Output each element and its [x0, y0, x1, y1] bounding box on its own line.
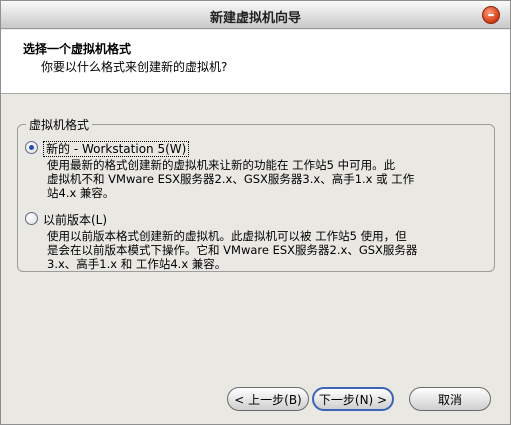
radio-legacy-version[interactable]	[25, 212, 38, 225]
new-vm-wizard-window: 新建虚拟机向导 选择一个虚拟机格式 你要以什么格式来创建新的虚拟机? 虚拟机格式…	[0, 0, 511, 425]
desc-line: 3.x、高手1.x 和 工作站4.x 兼容。	[47, 257, 227, 271]
desc-line: 站4.x 兼容。	[47, 186, 115, 200]
option-legacy-label[interactable]: 以前版本(L)	[43, 211, 107, 228]
cancel-button[interactable]: 取消	[409, 387, 491, 411]
option-new-description: 使用最新的格式创建新的虚拟机来让新的功能在 工作站5 中可用。此 虚拟机不和 V…	[47, 158, 487, 200]
page-title: 选择一个虚拟机格式	[23, 42, 132, 56]
option-new-label-text: 新的 - Workstation 5(W)	[43, 141, 190, 157]
window-title: 新建虚拟机向导	[209, 11, 301, 26]
page-subtitle: 你要以什么格式来创建新的虚拟机?	[41, 60, 228, 74]
radio-new-workstation5[interactable]	[25, 141, 38, 154]
option-new-label[interactable]: 新的 - Workstation 5(W)	[43, 140, 190, 157]
title-bar[interactable]: 新建虚拟机向导	[1, 1, 510, 29]
desc-line: 虚拟机不和 VMware ESX服务器2.x、GSX服务器3.x、高手1.x 或…	[47, 172, 415, 186]
desc-line: 使用以前版本格式创建新的虚拟机。此虚拟机可以被 工作站5 使用，但	[47, 229, 407, 243]
close-icon[interactable]	[482, 6, 500, 24]
next-button[interactable]: 下一步(N) >	[312, 387, 394, 411]
wizard-header: 选择一个虚拟机格式 你要以什么格式来创建新的虚拟机?	[1, 30, 510, 94]
desc-line: 是会在以前版本模式下操作。它和 VMware ESX服务器2.x、GSX服务器	[47, 243, 418, 257]
desc-line: 使用最新的格式创建新的虚拟机来让新的功能在 工作站5 中可用。此	[47, 158, 396, 172]
option-legacy-description: 使用以前版本格式创建新的虚拟机。此虚拟机可以被 工作站5 使用，但 是会在以前版…	[47, 229, 487, 271]
group-legend: 虚拟机格式	[26, 116, 93, 133]
back-button[interactable]: < 上一步(B)	[227, 387, 309, 411]
